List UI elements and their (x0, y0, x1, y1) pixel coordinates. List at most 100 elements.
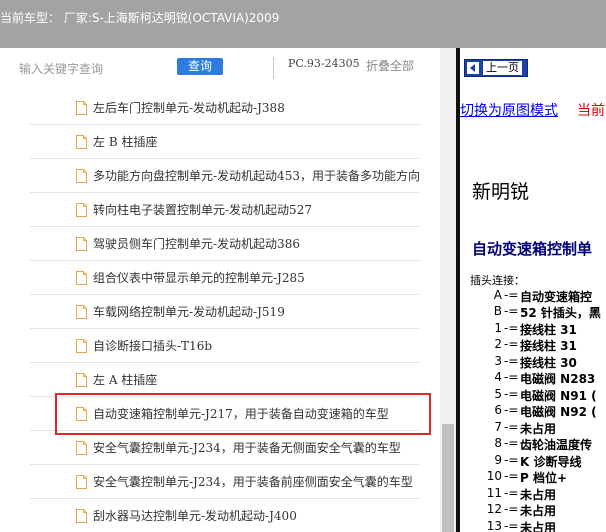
pin-row: 12 -= 未占用 (460, 502, 606, 518)
document-code: PC.93-24305 (288, 57, 360, 70)
pin-separator: -= (504, 502, 519, 516)
tree-item[interactable]: 多功能方向盘控制单元-发动机起动453，用于装备多功能方向 (30, 160, 420, 193)
tree-item-label: 转向柱电子装置控制单元-发动机起动527 (93, 203, 312, 217)
pin-row: 13 -= 未占用 (460, 519, 606, 532)
tree-item-label: 左 A 柱插座 (93, 373, 158, 387)
pin-id: 2 (494, 337, 502, 351)
highlight-annotation-box (55, 393, 431, 435)
document-icon (76, 509, 87, 523)
pin-separator: -= (504, 436, 519, 450)
tree-item[interactable]: 左后车门控制单元-发动机起动-J388 (30, 92, 420, 125)
pin-row: 1 -= 接线柱 31 (460, 321, 606, 337)
document-title: 新明锐 (472, 181, 530, 203)
pin-id: 13 (486, 519, 502, 532)
document-icon (76, 373, 87, 387)
tree-item[interactable]: 左 B 柱插座 (30, 126, 420, 159)
document-panel: 上一页 切换为原图模式 当前 新明锐 自动变速箱控制单 插头连接： A -= 自动变… (460, 48, 606, 532)
tree-item[interactable]: 组合仪表中带显示单元的控制单元-J285 (30, 262, 420, 295)
search-toolbar: 查询 PC.93-24305 折叠全部 (0, 48, 456, 88)
document-icon (76, 101, 87, 115)
current-indicator: 当前 (577, 103, 605, 119)
pin-row: 7 -= 未占用 (460, 420, 606, 436)
tree-item[interactable]: 驾驶员侧车门控制单元-发动机起动386 (30, 228, 420, 261)
switch-original-view-link[interactable]: 切换为原图模式 (460, 100, 558, 120)
search-input[interactable] (19, 59, 159, 79)
pin-id: 6 (494, 403, 502, 417)
tree-item-label: 自诊断接口插头-T16b (93, 339, 213, 353)
pin-id: 7 (494, 420, 502, 434)
pin-row: 2 -= 接线柱 31 (460, 337, 606, 353)
pin-row: 4 -= 电磁阀 N283 (460, 370, 606, 386)
pin-id: 9 (494, 453, 502, 467)
pin-id: 1 (494, 321, 502, 335)
previous-page-label: 上一页 (483, 61, 522, 75)
tree-item-label: 左后车门控制单元-发动机起动-J388 (93, 101, 285, 115)
current-model-title: 当前车型： 厂家:S-上海斯柯达明锐(OCTAVIA)2009 (0, 11, 280, 25)
document-icon (76, 169, 87, 183)
pin-row: 8 -= 齿轮油温度传 (460, 436, 606, 452)
tree-item-label: 安全气囊控制单元-J234，用于装备无侧面安全气囊的车型 (93, 441, 401, 455)
pin-row: B -= 52 针插头，黑 (460, 304, 606, 320)
document-icon (76, 475, 87, 489)
pin-id: 10 (486, 469, 502, 483)
pin-separator: -= (504, 403, 519, 417)
pin-row: 9 -= K 诊断导线 (460, 453, 606, 469)
tree-item-label: 多功能方向盘控制单元-发动机起动453，用于装备多功能方向 (93, 169, 420, 183)
pin-separator: -= (504, 370, 519, 384)
tree-item-label: 安全气囊控制单元-J234，用于装备前座侧面安全气囊的车型 (93, 475, 413, 489)
pin-description: 齿轮油温度传 (520, 438, 593, 452)
pin-separator: -= (504, 288, 519, 302)
document-icon (76, 237, 87, 251)
document-icon (76, 271, 87, 285)
toolbar-divider (273, 57, 274, 79)
pin-row: 10 -= P 档位+ (460, 469, 606, 485)
tree-item[interactable]: 自诊断接口插头-T16b (30, 330, 420, 363)
tree-item-label: 刮水器马达控制单元-发动机起动-J400 (93, 509, 297, 523)
pin-separator: -= (504, 354, 519, 368)
tree-item[interactable]: 转向柱电子装置控制单元-发动机起动527 (30, 194, 420, 227)
pin-row: 5 -= 电磁阀 N91 ( (460, 387, 606, 403)
tree-item[interactable]: 安全气囊控制单元-J234，用于装备前座侧面安全气囊的车型 (30, 466, 420, 499)
pin-description: 电磁阀 N91 ( (520, 389, 597, 403)
tree-item[interactable]: 安全气囊控制单元-J234，用于装备无侧面安全气囊的车型 (30, 432, 420, 465)
document-icon (76, 305, 87, 319)
left-panel: 查询 PC.93-24305 折叠全部 左后车门控制单元-发动机起动-J388 … (0, 48, 456, 532)
pin-separator: -= (504, 519, 519, 532)
pin-row: 6 -= 电磁阀 N92 ( (460, 403, 606, 419)
component-tree: 左后车门控制单元-发动机起动-J388 左 B 柱插座 多功能方向盘控制单元-发… (0, 92, 440, 532)
pin-description: 52 针插头，黑 (520, 306, 601, 320)
pin-id: A (493, 288, 502, 302)
scrollbar-thumb[interactable] (442, 424, 454, 532)
pin-description: 未占用 (520, 521, 557, 532)
pin-id: 3 (494, 354, 502, 368)
pin-separator: -= (504, 469, 519, 483)
pin-separator: -= (504, 304, 519, 318)
tree-item-label: 左 B 柱插座 (93, 135, 158, 149)
pin-description: 未占用 (520, 504, 557, 518)
document-icon (76, 203, 87, 217)
tree-item-label: 车载网络控制单元-发动机起动-J519 (93, 305, 285, 319)
pin-description: 未占用 (520, 422, 557, 436)
search-button[interactable]: 查询 (177, 58, 223, 75)
pin-id: 12 (486, 502, 502, 516)
pin-separator: -= (504, 387, 519, 401)
pin-description: 接线柱 31 (520, 323, 577, 337)
collapse-all-button[interactable]: 折叠全部 (366, 57, 414, 74)
top-bar: 当前车型： 厂家:S-上海斯柯达明锐(OCTAVIA)2009 (0, 0, 606, 48)
pin-id: 11 (486, 486, 502, 500)
tree-item-label: 驾驶员侧车门控制单元-发动机起动386 (93, 237, 300, 251)
document-icon (76, 135, 87, 149)
pin-description: 自动变速箱控 (520, 290, 593, 304)
pin-id: B (493, 304, 502, 318)
pin-row: 11 -= 未占用 (460, 486, 606, 502)
pin-id: 8 (494, 436, 502, 450)
section-heading: 自动变速箱控制单 (472, 240, 593, 258)
pin-id: 4 (494, 370, 502, 384)
pin-separator: -= (504, 321, 519, 335)
tree-item[interactable]: 刮水器马达控制单元-发动机起动-J400 (30, 500, 420, 532)
tree-item[interactable]: 车载网络控制单元-发动机起动-J519 (30, 296, 420, 329)
pin-id: 5 (494, 387, 502, 401)
pin-separator: -= (504, 420, 519, 434)
pin-description: K 诊断导线 (520, 455, 582, 469)
previous-page-button[interactable]: 上一页 (464, 59, 528, 77)
